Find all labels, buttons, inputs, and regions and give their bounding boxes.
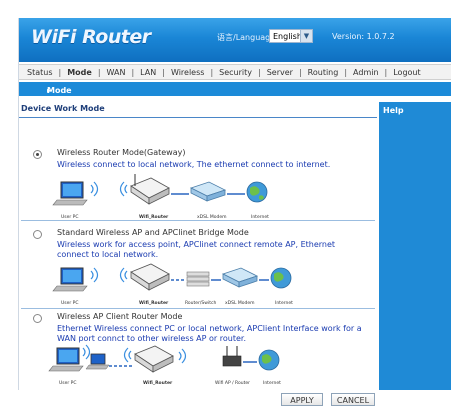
language-selected-value: English [273, 32, 302, 41]
breadcrumb: ▸ Mode [19, 82, 451, 96]
wifi-signal-icon [90, 267, 128, 283]
mode-name: Wireless AP Client Router Mode [57, 312, 183, 321]
internet-globe-icon [270, 267, 292, 289]
router-icon [130, 263, 170, 291]
router-admin-frame: WiFi Router 语言/Language: English ▼ Versi… [18, 18, 451, 406]
apply-button[interactable]: APPLY [281, 393, 323, 406]
mode-diagram: User PC Wifi_Router xDSL Modem Internet [52, 174, 269, 220]
diagram-label: Wifi AP / Router [215, 380, 250, 386]
main-panel: Device Work Mode Wireless Router Mode(Ga… [19, 102, 377, 406]
diagram-label: Internet [275, 300, 293, 306]
router-icon [130, 174, 170, 205]
diagram-label: User PC [59, 380, 77, 386]
wifi-signal-icon [178, 348, 187, 364]
modem-icon [221, 267, 259, 288]
wifi-signal-icon [90, 181, 128, 197]
internet-globe-icon [246, 181, 268, 203]
nav-item-status[interactable]: Status [27, 68, 53, 77]
breadcrumb-label: Mode [47, 86, 72, 95]
nav-item-admin[interactable]: Admin [353, 68, 379, 77]
nav-item-wan[interactable]: WAN [107, 68, 126, 77]
section-title: Device Work Mode [19, 104, 377, 118]
switch-icon [186, 271, 210, 287]
cancel-button[interactable]: CANCEL [331, 393, 375, 406]
nav-item-routing[interactable]: Routing [308, 68, 339, 77]
language-select[interactable]: English ▼ [269, 29, 313, 43]
router-icon [134, 345, 174, 373]
diagram-label: xDSL Modem [225, 300, 255, 306]
mode-name: Standard Wireless AP and APClinet Bridge… [57, 228, 249, 237]
mode-diagram: User PC Wifi_Router Wifi AP / Router Int… [48, 344, 281, 386]
nav-item-mode[interactable]: Mode [67, 68, 92, 77]
diagram-label: User PC [61, 300, 79, 306]
mode-description: Ethernet Wireless connect PC or local ne… [57, 324, 362, 343]
mode-diagram: User PC Wifi_Router Router/Switch xDSL M… [52, 263, 293, 306]
nav-item-lan[interactable]: LAN [140, 68, 156, 77]
help-title: Help [383, 106, 404, 115]
divider [21, 308, 375, 309]
mode-radio-ap-client[interactable] [33, 314, 42, 323]
laptop-icon [52, 181, 88, 206]
logo: WiFi Router [31, 26, 151, 48]
divider [21, 220, 375, 221]
mode-radio-ap-bridge[interactable] [33, 230, 42, 239]
header-bar: WiFi Router 语言/Language: English ▼ Versi… [19, 18, 451, 62]
laptop-icon [85, 353, 110, 370]
wifi-signal-icon [82, 344, 132, 363]
mode-radio-gateway[interactable] [33, 150, 42, 159]
chevron-down-icon: ▼ [300, 30, 312, 42]
diagram-label: Wifi_Router [139, 300, 169, 306]
laptop-icon [52, 267, 88, 292]
mode-description: Wireless work for access point, APClinet… [57, 240, 336, 259]
nav-item-wireless[interactable]: Wireless [171, 68, 204, 77]
version-text: Version: 1.0.7.2 [332, 32, 395, 41]
diagram-label: Internet [263, 380, 281, 386]
nav-item-logout[interactable]: Logout [393, 68, 420, 77]
help-panel: Help [379, 102, 451, 390]
mode-name: Wireless Router Mode(Gateway) [57, 148, 186, 157]
mode-description: Wireless connect to local network, The e… [57, 160, 331, 169]
internet-globe-icon [258, 349, 280, 371]
top-nav: Status | Mode | WAN | LAN | Wireless | Securi… [19, 64, 451, 80]
diagram-label: Router/Switch [185, 300, 216, 306]
diagram-label: Wifi_Router [143, 380, 173, 386]
nav-item-security[interactable]: Security [219, 68, 252, 77]
modem-icon [189, 181, 227, 202]
ap-router-icon [222, 346, 242, 367]
nav-item-server[interactable]: Server [267, 68, 293, 77]
laptop-icon [48, 347, 84, 372]
